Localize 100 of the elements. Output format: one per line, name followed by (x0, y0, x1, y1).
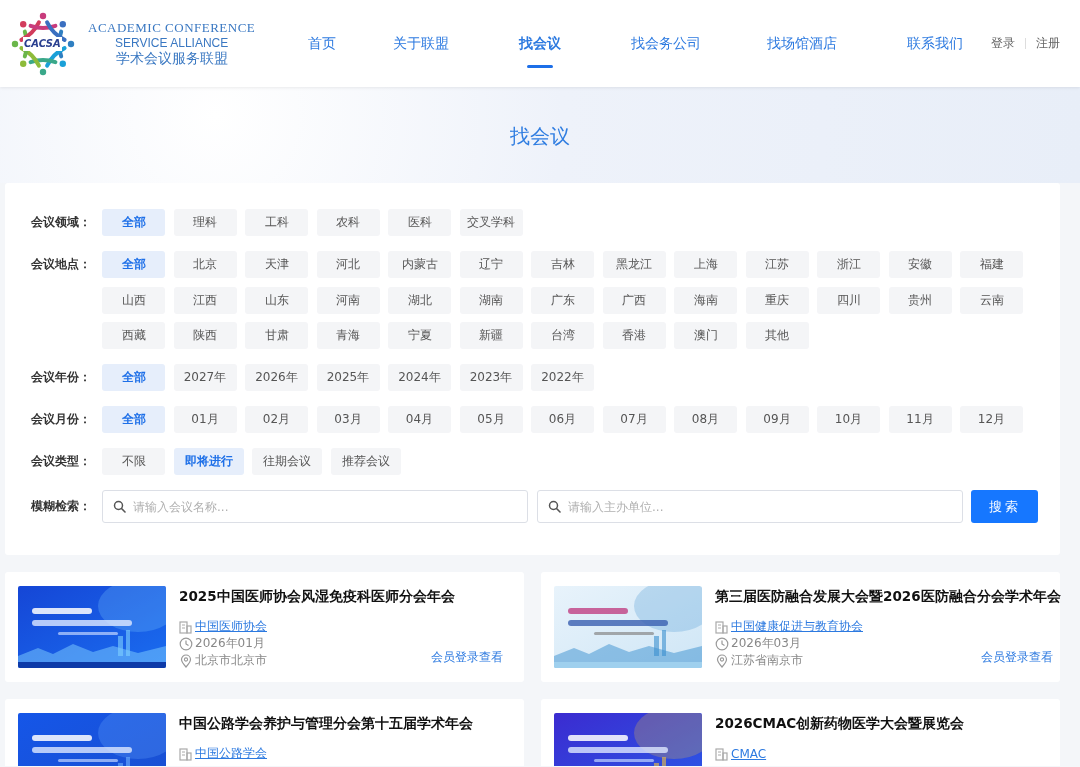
filter-option[interactable]: 安徽 (888, 251, 952, 278)
conference-title: 2026CMAC创新药物医学大会暨展览会 (715, 715, 966, 733)
filter-option[interactable]: 山西 (102, 286, 165, 314)
filter-option[interactable]: 往期会议 (252, 448, 322, 475)
filter-option[interactable]: 香港 (602, 322, 666, 349)
nav-link[interactable]: 找会议 (519, 0, 561, 87)
nav-link[interactable]: 找场馆酒店 (767, 0, 837, 87)
search-field[interactable]: 请输入主办单位... (537, 490, 963, 523)
filter-option[interactable]: 医科 (388, 209, 451, 236)
filter-option[interactable]: 其他 (745, 322, 809, 349)
filter-option[interactable]: 河北 (316, 251, 380, 278)
organizer-link[interactable]: CMAC (731, 746, 767, 761)
nav-link[interactable]: 联系我们 (907, 0, 963, 87)
conference-card[interactable]: 第三届医防融合发展大会暨2026医防融合分会学术年会 中国健康促进与教育协会 2026年03月 江苏省南京市 会员登录查看 (541, 572, 1060, 682)
filter-option[interactable]: 福建 (960, 251, 1023, 278)
filter-option[interactable]: 甘肃 (245, 322, 308, 349)
conference-card[interactable]: 2025中国医师协会风湿免疫科医师分会年会 中国医师协会 2026年01月 北京市北京市 会员登录查看 (5, 572, 524, 682)
filter-option[interactable]: 贵州 (888, 286, 952, 314)
filter-option[interactable]: 推荐会议 (330, 448, 401, 475)
building-icon (715, 619, 729, 634)
filter-option[interactable]: 湖北 (388, 286, 451, 314)
filter-label: 会议类型： (31, 453, 92, 470)
filter-option[interactable]: 2024年 (388, 364, 451, 391)
filter-option[interactable]: 01月 (173, 406, 237, 433)
filter-option[interactable]: 北京 (173, 251, 237, 278)
filter-option[interactable]: 云南 (960, 286, 1023, 314)
building-icon (179, 619, 193, 634)
organizer-link[interactable]: 中国医师协会 (195, 618, 267, 635)
filter-option[interactable]: 内蒙古 (388, 251, 451, 278)
conference-title: 2025中国医师协会风湿免疫科医师分会年会 (179, 588, 456, 606)
nav-link[interactable]: 关于联盟 (393, 0, 449, 87)
brand-name: SERVICE ALLIANCE (114, 35, 230, 50)
filter-option[interactable]: 江苏 (745, 251, 809, 278)
filter-option[interactable]: 农科 (316, 209, 380, 236)
page-title: 找会议 (510, 123, 570, 150)
conference-card[interactable]: 2026CMAC创新药物医学大会暨展览会 CMAC (541, 699, 1060, 766)
filter-option[interactable]: 09月 (745, 406, 809, 433)
filter-option[interactable]: 青海 (316, 322, 380, 349)
conference-location: 北京市北京市 (195, 652, 267, 669)
filter-option[interactable]: 12月 (960, 406, 1023, 433)
filter-option[interactable]: 不限 (102, 448, 165, 475)
filter-option[interactable]: 2026年 (245, 364, 308, 391)
filter-option[interactable]: 海南 (674, 286, 737, 314)
brand-name: ACADEMIC CONFERENCE (88, 19, 256, 36)
filter-option[interactable]: 湖南 (459, 286, 523, 314)
filter-option[interactable]: 2027年 (173, 364, 237, 391)
filter-option[interactable]: 陕西 (173, 322, 237, 349)
conference-date: 2026年03月 (731, 635, 801, 652)
nav-link[interactable]: 首页 (308, 0, 336, 87)
organizer-link[interactable]: 中国公路学会 (195, 745, 267, 762)
search-icon (548, 500, 561, 513)
account-link[interactable]: 注册 (1036, 35, 1060, 52)
filter-option[interactable]: 04月 (388, 406, 451, 433)
filter-option[interactable]: 理科 (173, 209, 237, 236)
clock-icon (179, 636, 193, 651)
filter-option[interactable]: 重庆 (745, 286, 809, 314)
filter-option[interactable]: 11月 (888, 406, 952, 433)
filter-option[interactable]: 2023年 (459, 364, 523, 391)
search-field[interactable]: 请输入会议名称... (102, 490, 528, 523)
filter-option[interactable]: 10月 (817, 406, 880, 433)
filter-option[interactable]: 天津 (245, 251, 308, 278)
conference-card[interactable]: 中国公路学会养护与管理分会第十五届学术年会 中国公路学会 (5, 699, 524, 766)
filter-option[interactable]: 工科 (245, 209, 308, 236)
filter-option[interactable]: 四川 (817, 286, 880, 314)
filter-option[interactable]: 03月 (316, 406, 380, 433)
filter-option[interactable]: 2022年 (531, 364, 594, 391)
member-login-link[interactable]: 会员登录查看 (431, 649, 503, 666)
search-button[interactable]: 搜索 (971, 490, 1038, 523)
nav-link[interactable]: 找会务公司 (631, 0, 701, 87)
filter-option[interactable]: 新疆 (459, 322, 523, 349)
member-login-link[interactable]: 会员登录查看 (980, 649, 1053, 666)
filter-option[interactable]: 西藏 (102, 322, 165, 349)
conference-location: 江苏省南京市 (731, 652, 803, 669)
filter-option[interactable]: 河南 (316, 286, 380, 314)
filter-option[interactable]: 黑龙江 (602, 251, 666, 278)
filter-option[interactable]: 江西 (173, 286, 237, 314)
organizer-link[interactable]: 中国健康促进与教育协会 (731, 618, 863, 635)
filter-option[interactable]: 即将进行 (173, 448, 244, 475)
filter-option[interactable]: 吉林 (531, 251, 594, 278)
filter-option[interactable]: 台湾 (531, 322, 594, 349)
filter-option[interactable]: 全部 (102, 364, 165, 391)
filter-option[interactable]: 广东 (531, 286, 594, 314)
filter-option[interactable]: 澳门 (674, 322, 737, 349)
filter-option[interactable]: 02月 (245, 406, 308, 433)
account-link[interactable]: 登录 (991, 35, 1015, 52)
filter-option[interactable]: 交叉学科 (459, 209, 523, 236)
filter-option[interactable]: 05月 (459, 406, 523, 433)
filter-option[interactable]: 08月 (674, 406, 737, 433)
filter-option[interactable]: 2025年 (316, 364, 380, 391)
filter-option[interactable]: 宁夏 (388, 322, 451, 349)
filter-option[interactable]: 广西 (602, 286, 666, 314)
filter-option[interactable]: 山东 (245, 286, 308, 314)
filter-option[interactable]: 全部 (102, 251, 165, 278)
filter-option[interactable]: 全部 (102, 406, 165, 433)
filter-option[interactable]: 辽宁 (459, 251, 523, 278)
filter-option[interactable]: 全部 (102, 209, 165, 236)
filter-option[interactable]: 上海 (674, 251, 737, 278)
filter-option[interactable]: 07月 (602, 406, 666, 433)
filter-option[interactable]: 浙江 (817, 251, 880, 278)
filter-option[interactable]: 06月 (531, 406, 594, 433)
